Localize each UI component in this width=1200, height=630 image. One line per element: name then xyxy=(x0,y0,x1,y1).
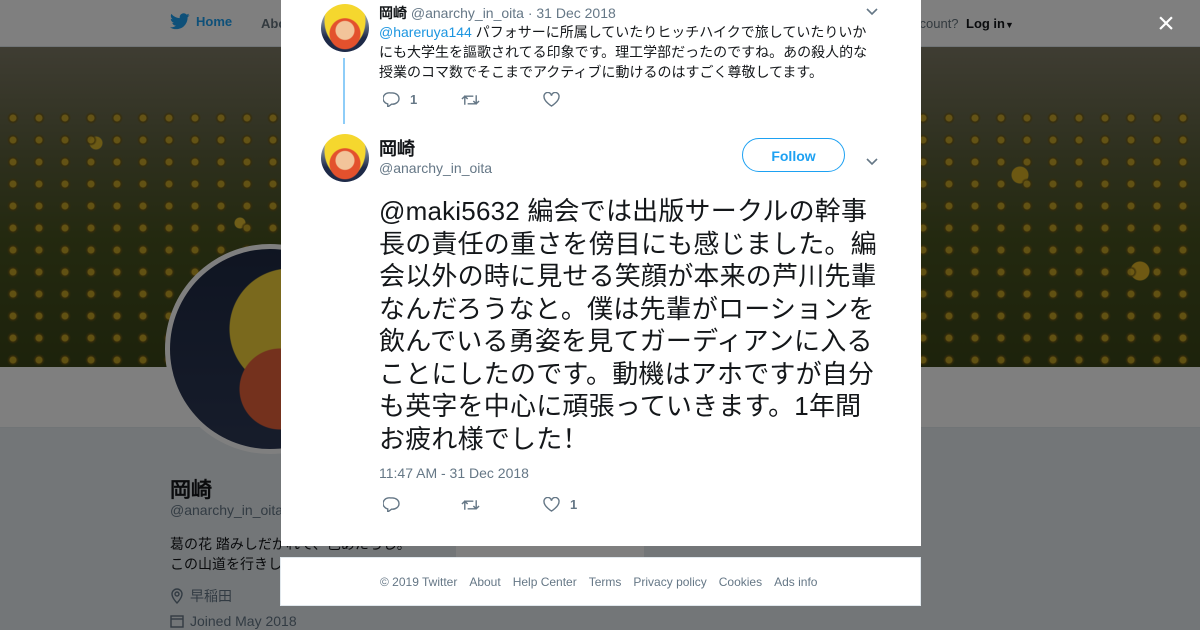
modal-footer: © 2019 Twitter About Help Center Terms P… xyxy=(280,557,921,606)
main-tweet-handle[interactable]: @anarchy_in_oita xyxy=(379,160,492,176)
main-tweet-timestamp[interactable]: 11:47 AM - 31 Dec 2018 xyxy=(379,465,529,481)
footer-link-about[interactable]: About xyxy=(469,575,500,589)
close-modal-button[interactable]: × xyxy=(1150,8,1182,40)
main-tweet-avatar[interactable] xyxy=(321,134,369,182)
parent-tweet-actions: 1 xyxy=(383,92,570,107)
heart-icon xyxy=(543,92,560,107)
retweet-icon xyxy=(461,94,480,105)
parent-tweet-header: 岡崎 @anarchy_in_oita · 31 Dec 2018 xyxy=(379,3,616,23)
parent-like-button[interactable] xyxy=(543,92,570,107)
parent-tweet-name[interactable]: 岡崎 xyxy=(379,5,407,21)
follow-button[interactable]: Follow xyxy=(742,138,845,172)
footer-link-help-center[interactable]: Help Center xyxy=(513,575,577,589)
parent-tweet-avatar[interactable] xyxy=(321,4,369,52)
retweet-icon xyxy=(461,499,480,510)
parent-reply-button[interactable]: 1 xyxy=(383,92,461,107)
footer-link-ads-info[interactable]: Ads info xyxy=(774,575,817,589)
main-tweet-actions: 1 xyxy=(383,497,577,512)
parent-retweet-button[interactable] xyxy=(461,93,543,107)
main-retweet-button[interactable] xyxy=(461,498,543,512)
main-reply-button[interactable] xyxy=(383,497,461,512)
main-tweet-name[interactable]: 岡崎 xyxy=(379,135,415,161)
main-tweet-menu-chevron-icon[interactable] xyxy=(866,153,878,169)
reply-icon xyxy=(383,497,400,512)
reply-icon xyxy=(383,92,400,107)
footer-link-privacy-policy[interactable]: Privacy policy xyxy=(633,575,706,589)
heart-icon xyxy=(543,497,560,512)
parent-reply-count: 1 xyxy=(410,92,418,107)
thread-connector-line xyxy=(343,58,345,124)
main-tweet-text: @maki5632 編会では出版サークルの幹事長の責任の重さを傍目にも感じました… xyxy=(379,196,877,454)
parent-tweet-handle[interactable]: @anarchy_in_oita xyxy=(411,5,524,21)
footer-copyright: © 2019 Twitter xyxy=(380,575,458,589)
main-like-count: 1 xyxy=(570,497,578,512)
footer-links: © 2019 Twitter About Help Center Terms P… xyxy=(380,575,817,589)
parent-tweet-mention[interactable]: @hareruya144 xyxy=(379,24,472,40)
tweet-modal: 岡崎 @anarchy_in_oita · 31 Dec 2018 @harer… xyxy=(281,0,921,546)
parent-tweet-text: @hareruya144 パフォサーに所属していたりヒッチハイクで旅していたりい… xyxy=(379,22,874,82)
parent-tweet-date[interactable]: · 31 Dec 2018 xyxy=(528,5,616,21)
main-like-button[interactable]: 1 xyxy=(543,497,577,512)
footer-link-terms[interactable]: Terms xyxy=(589,575,622,589)
parent-tweet-menu-chevron-icon[interactable] xyxy=(866,3,878,19)
footer-link-cookies[interactable]: Cookies xyxy=(719,575,762,589)
